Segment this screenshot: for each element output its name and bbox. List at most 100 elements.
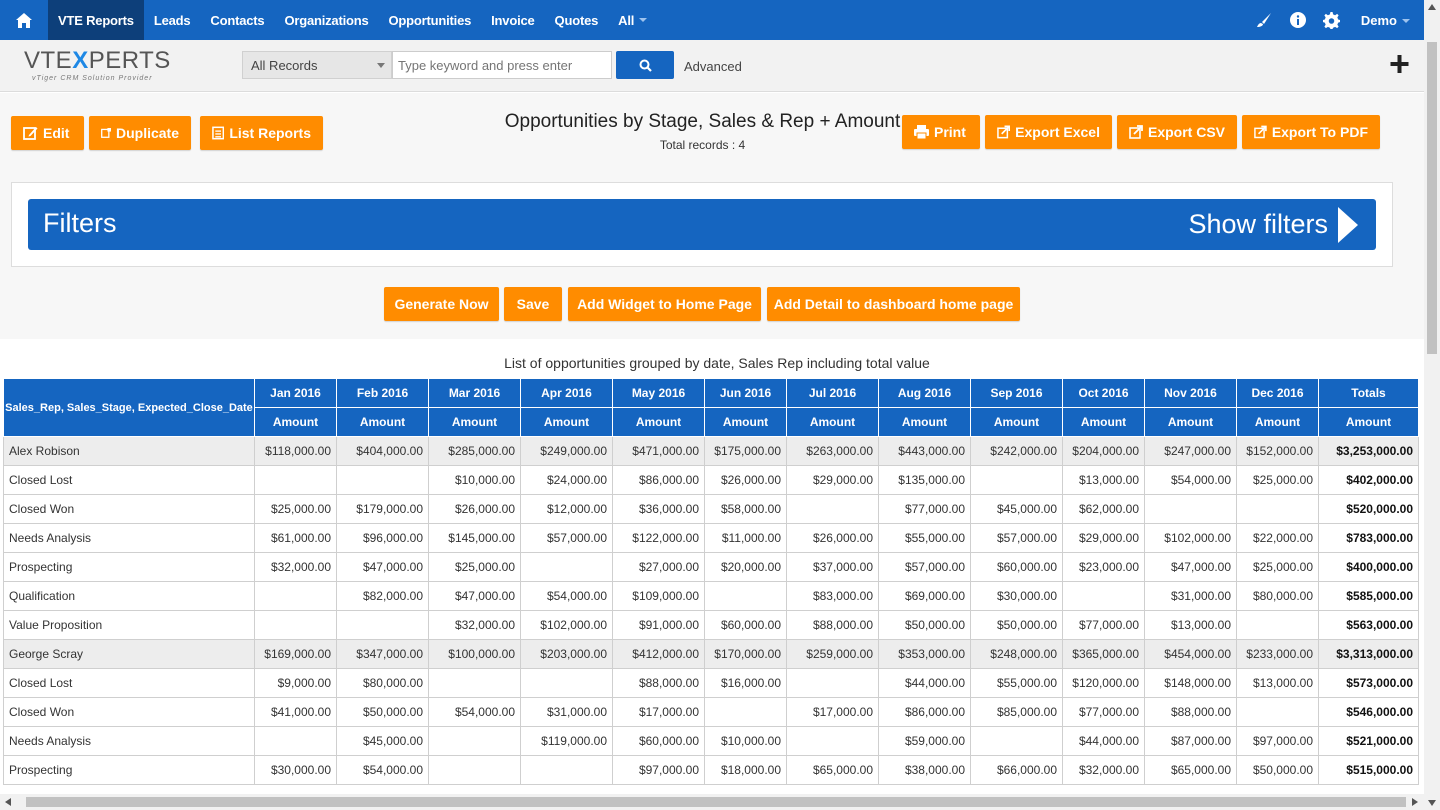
chevron-down-icon: [639, 18, 648, 22]
scrollbar-thumb[interactable]: [26, 797, 1406, 807]
nav-contacts[interactable]: Contacts: [200, 0, 274, 40]
amount-cell: $23,000.00: [1062, 552, 1145, 582]
print-button[interactable]: Print: [902, 115, 980, 149]
amount-cell: $97,000.00: [612, 755, 705, 785]
nav-all-menu[interactable]: All: [608, 0, 657, 40]
column-header-month[interactable]: Jun 2016: [704, 378, 787, 408]
scroll-right-arrow-icon[interactable]: [1412, 798, 1418, 806]
amount-cell: $44,000.00: [1062, 726, 1145, 756]
brush-icon[interactable]: [1247, 0, 1281, 40]
nav-opportunities[interactable]: Opportunities: [379, 0, 482, 40]
amount-cell: $13,000.00: [1236, 668, 1319, 698]
search-input[interactable]: [392, 51, 612, 79]
gear-icon[interactable]: [1315, 0, 1349, 40]
table-body: Alex Robison $118,000.00 $404,000.00 $285,0…: [3, 436, 1419, 785]
amount-cell: $57,000.00: [520, 523, 613, 553]
export-csv-button[interactable]: Export CSV: [1117, 115, 1237, 149]
filters-toggle-bar[interactable]: Filters Show filters: [28, 199, 1376, 250]
column-header-month[interactable]: Mar 2016: [428, 378, 521, 408]
nav-organizations[interactable]: Organizations: [274, 0, 378, 40]
export-pdf-button[interactable]: Export To PDF: [1242, 115, 1380, 149]
info-icon[interactable]: [1281, 0, 1315, 40]
list-reports-button[interactable]: List Reports: [200, 116, 323, 150]
home-icon[interactable]: [0, 0, 48, 40]
generate-now-button[interactable]: Generate Now: [384, 287, 499, 321]
amount-cell: [428, 668, 521, 698]
save-button[interactable]: Save: [504, 287, 562, 321]
edit-label: Edit: [43, 125, 70, 141]
amount-cell: $88,000.00: [1144, 697, 1237, 727]
vertical-scrollbar[interactable]: [1424, 0, 1440, 810]
column-subheader-amount: Amount: [1318, 407, 1419, 437]
duplicate-button[interactable]: Duplicate: [89, 116, 191, 150]
amount-cell: $17,000.00: [786, 697, 879, 727]
list-reports-label: List Reports: [229, 125, 311, 141]
add-detail-label: Add Detail to dashboard home page: [773, 296, 1014, 312]
add-detail-button[interactable]: Add Detail to dashboard home page: [767, 287, 1020, 321]
amount-cell: [1144, 494, 1237, 524]
amount-cell: [336, 465, 429, 495]
column-header-month[interactable]: Sep 2016: [970, 378, 1063, 408]
column-header-month[interactable]: Apr 2016: [520, 378, 613, 408]
show-filters-label[interactable]: Show filters: [1188, 209, 1328, 240]
amount-cell: $30,000.00: [254, 755, 337, 785]
nav-quotes[interactable]: Quotes: [545, 0, 609, 40]
column-header-month[interactable]: Totals: [1318, 378, 1419, 408]
chevron-right-icon[interactable]: [1336, 207, 1358, 248]
amount-cell: $32,000.00: [1062, 755, 1145, 785]
advanced-search-link[interactable]: Advanced: [684, 59, 742, 74]
amount-cell: $45,000.00: [970, 494, 1063, 524]
amount-cell: $38,000.00: [878, 755, 971, 785]
record-type-select[interactable]: All Records: [242, 51, 392, 79]
amount-cell: $18,000.00: [704, 755, 787, 785]
column-header-month[interactable]: Jan 2016: [254, 378, 337, 408]
amount-cell: $61,000.00: [254, 523, 337, 553]
amount-cell: [786, 668, 879, 698]
column-header-month[interactable]: Nov 2016: [1144, 378, 1237, 408]
scroll-down-arrow-icon[interactable]: [1428, 800, 1436, 806]
plus-icon[interactable]: [1388, 52, 1412, 76]
scroll-up-arrow-icon[interactable]: [1428, 4, 1436, 10]
column-header-month[interactable]: Oct 2016: [1062, 378, 1145, 408]
scrollbar-thumb[interactable]: [1427, 42, 1437, 354]
nav-vte-reports[interactable]: VTE Reports: [48, 0, 144, 40]
amount-cell: $87,000.00: [1144, 726, 1237, 756]
horizontal-scrollbar[interactable]: [0, 794, 1424, 810]
vtexperts-logo[interactable]: VTEXPERTS vTiger CRM Solution Provider: [24, 47, 184, 87]
edit-button[interactable]: Edit: [11, 116, 84, 150]
row-total-cell: $402,000.00: [1318, 465, 1419, 495]
amount-cell: $26,000.00: [786, 523, 879, 553]
amount-cell: $119,000.00: [520, 726, 613, 756]
export-excel-button[interactable]: Export Excel: [985, 115, 1112, 149]
report-table: Sales_Rep, Sales_Stage, Expected_Close_D…: [3, 378, 1419, 785]
add-widget-button[interactable]: Add Widget to Home Page: [568, 287, 761, 321]
column-header-month[interactable]: Jul 2016: [786, 378, 879, 408]
amount-cell: $24,000.00: [520, 465, 613, 495]
amount-cell: $47,000.00: [1144, 552, 1237, 582]
column-header-month[interactable]: Aug 2016: [878, 378, 971, 408]
amount-cell: $12,000.00: [520, 494, 613, 524]
amount-cell: $120,000.00: [1062, 668, 1145, 698]
nav-invoice[interactable]: Invoice: [481, 0, 544, 40]
amount-cell: [254, 726, 337, 756]
amount-cell: $82,000.00: [336, 581, 429, 611]
user-name: Demo: [1360, 12, 1397, 28]
column-header-month[interactable]: Dec 2016: [1236, 378, 1319, 408]
row-label: George Scray: [3, 639, 255, 669]
nav-leads[interactable]: Leads: [144, 0, 201, 40]
scroll-left-arrow-icon[interactable]: [5, 798, 11, 806]
row-total-cell: $563,000.00: [1318, 610, 1419, 640]
search-button[interactable]: [616, 51, 674, 79]
row-total-cell: $3,253,000.00: [1318, 436, 1419, 466]
column-header-group[interactable]: Sales_Rep, Sales_Stage, Expected_Close_D…: [3, 378, 255, 437]
amount-cell: $454,000.00: [1144, 639, 1237, 669]
column-header-month[interactable]: Feb 2016: [336, 378, 429, 408]
amount-cell: $175,000.00: [704, 436, 787, 466]
amount-cell: $66,000.00: [970, 755, 1063, 785]
amount-cell: $242,000.00: [970, 436, 1063, 466]
amount-cell: $31,000.00: [520, 697, 613, 727]
table-group-row: George Scray $169,000.00 $347,000.00 $100,0…: [3, 639, 1419, 669]
amount-cell: $347,000.00: [336, 639, 429, 669]
column-header-month[interactable]: May 2016: [612, 378, 705, 408]
amount-cell: $32,000.00: [254, 552, 337, 582]
